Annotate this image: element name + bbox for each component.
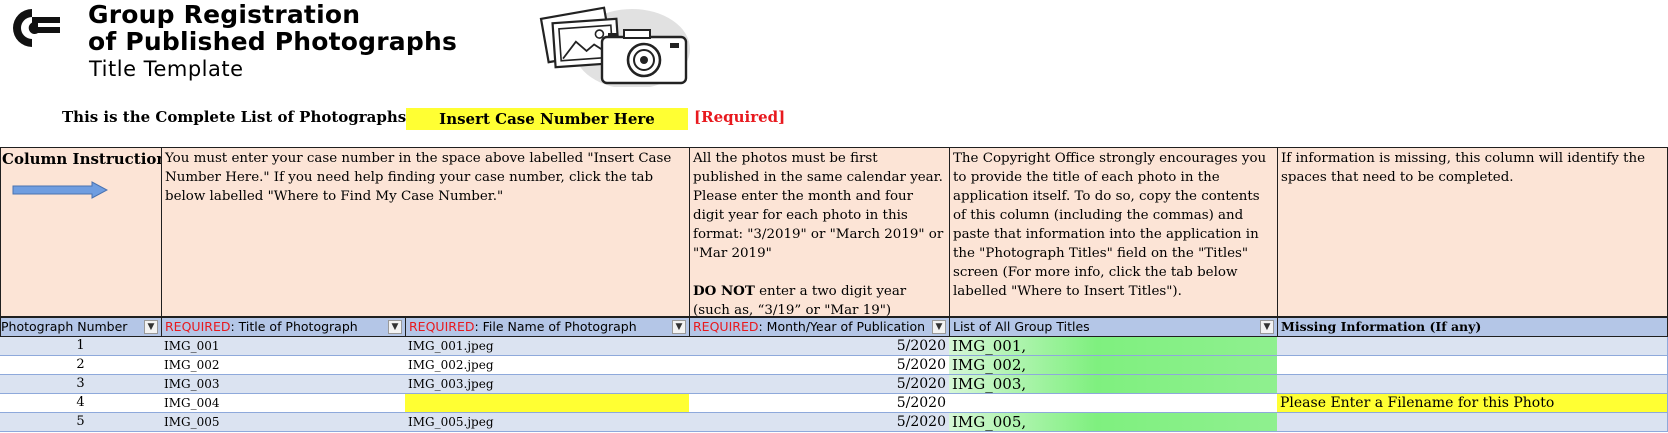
header-month-label: : Month/Year of Publication (758, 319, 926, 334)
header-filename-label: : File Name of Photograph (474, 319, 637, 334)
cell-number[interactable]: 4 (0, 394, 162, 413)
column-instructions-cell: Column Instructions (0, 147, 162, 317)
cell-number[interactable]: 1 (0, 337, 162, 356)
header-title-label: : Title of Photograph (230, 319, 358, 334)
instruction-month: All the photos must be first published i… (689, 147, 950, 317)
case-number-input[interactable] (406, 108, 688, 130)
header-missing-label: Missing Information (If any) (1281, 319, 1482, 334)
cell-month-year[interactable]: 5/2020 (689, 375, 950, 394)
instruction-list: The Copyright Office strongly encourages… (949, 147, 1278, 317)
camera-photos-icon (539, 6, 690, 87)
instruction-list-text: The Copyright Office strongly encourages… (953, 151, 1267, 299)
page-subtitle: Title Template (89, 57, 244, 81)
header-missing-info: Missing Information (If any) (1277, 317, 1668, 337)
header-title: REQUIRED: Title of Photograph ▼ (161, 317, 406, 337)
cell-group-title[interactable]: IMG_001, (949, 337, 1278, 356)
cell-title[interactable]: IMG_001 (161, 337, 406, 356)
header-month-required: REQUIRED (693, 319, 759, 334)
header-photograph-number: Photograph Number ▼ (0, 317, 162, 337)
table-row: 4 IMG_004 5/2020 Please Enter a Filename… (0, 394, 1668, 413)
instruction-title-filename: You must enter your case number in the s… (161, 147, 690, 317)
right-arrow-icon (12, 181, 108, 199)
dropdown-filter-icon[interactable]: ▼ (672, 320, 686, 334)
cell-title[interactable]: IMG_005 (161, 413, 406, 432)
cell-group-title[interactable]: IMG_002, (949, 356, 1278, 375)
table-row: 1 IMG_001 IMG_001.jpeg 5/2020 IMG_001, (0, 337, 1668, 356)
cell-month-year[interactable]: 5/2020 (689, 356, 950, 375)
copyright-logo-icon (13, 9, 60, 47)
cell-missing[interactable] (1277, 337, 1668, 356)
cell-filename[interactable]: IMG_005.jpeg (405, 413, 690, 432)
table-row: 2 IMG_002 IMG_002.jpeg 5/2020 IMG_002, (0, 356, 1668, 375)
cell-number[interactable]: 3 (0, 375, 162, 394)
dropdown-filter-icon[interactable]: ▼ (932, 320, 946, 334)
cell-group-title[interactable]: IMG_005, (949, 413, 1278, 432)
case-label: This is the Complete List of Photographs… (62, 108, 442, 126)
column-instructions-title: Column Instructions (2, 150, 162, 168)
header-month-year: REQUIRED: Month/Year of Publication ▼ (689, 317, 950, 337)
cell-missing[interactable] (1277, 413, 1668, 432)
dropdown-filter-icon[interactable]: ▼ (388, 320, 402, 334)
header-filename: REQUIRED: File Name of Photograph ▼ (405, 317, 690, 337)
header-number-label: Photograph Number (1, 319, 128, 334)
cell-missing[interactable] (1277, 375, 1668, 394)
instruction-month-warning: DO NOT (693, 283, 755, 299)
cell-group-title[interactable]: IMG_003, (949, 375, 1278, 394)
instruction-case-text: You must enter your case number in the s… (165, 151, 672, 204)
page-title-line1: Group Registration (88, 0, 361, 29)
cell-missing[interactable]: Please Enter a Filename for this Photo (1277, 394, 1668, 413)
cell-title[interactable]: IMG_004 (161, 394, 406, 413)
header-title-required: REQUIRED (165, 319, 231, 334)
header-filename-required: REQUIRED (409, 319, 475, 334)
cell-month-year[interactable]: 5/2020 (689, 413, 950, 432)
cell-filename[interactable] (405, 394, 690, 413)
cell-month-year[interactable]: 5/2020 (689, 337, 950, 356)
instruction-missing: If information is missing, this column w… (1277, 147, 1668, 317)
cell-number[interactable]: 2 (0, 356, 162, 375)
table-row: 3 IMG_003 IMG_003.jpeg 5/2020 IMG_003, (0, 375, 1668, 394)
header-group-titles: List of All Group Titles ▼ (949, 317, 1278, 337)
cell-month-year[interactable]: 5/2020 (689, 394, 950, 413)
cell-group-title[interactable] (949, 394, 1278, 413)
instruction-missing-text: If information is missing, this column w… (1281, 151, 1646, 185)
cell-missing[interactable] (1277, 356, 1668, 375)
cell-filename[interactable]: IMG_001.jpeg (405, 337, 690, 356)
cell-title[interactable]: IMG_002 (161, 356, 406, 375)
required-tag: [Required] (694, 108, 786, 126)
cell-title[interactable]: IMG_003 (161, 375, 406, 394)
cell-number[interactable]: 5 (0, 413, 162, 432)
table-row: 5 IMG_005 IMG_005.jpeg 5/2020 IMG_005, (0, 413, 1668, 432)
cell-filename[interactable]: IMG_002.jpeg (405, 356, 690, 375)
page-title-line2: of Published Photographs (88, 27, 458, 56)
instruction-month-text: All the photos must be first published i… (693, 151, 944, 261)
cell-filename[interactable]: IMG_003.jpeg (405, 375, 690, 394)
dropdown-filter-icon[interactable]: ▼ (144, 320, 158, 334)
dropdown-filter-icon[interactable]: ▼ (1260, 320, 1274, 334)
header-list-label: List of All Group Titles (953, 319, 1090, 334)
